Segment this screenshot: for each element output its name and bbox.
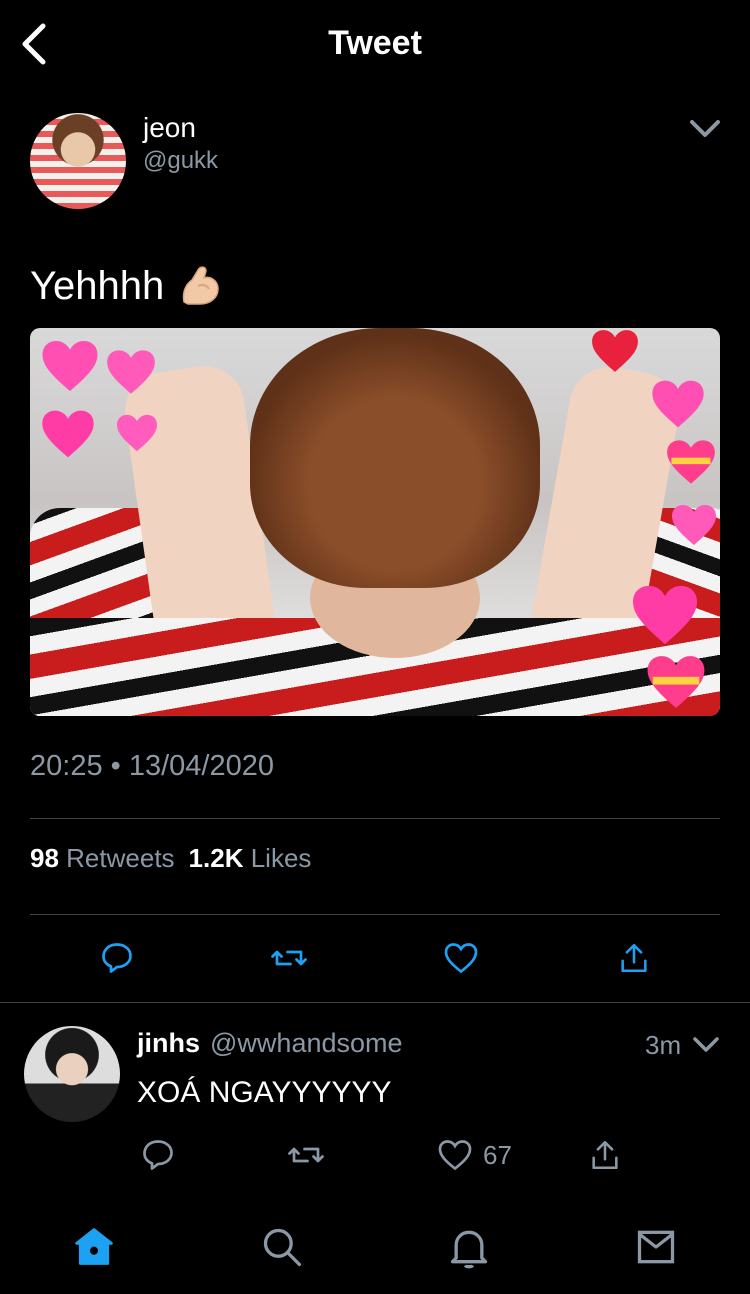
reply-time: 3m: [645, 1030, 682, 1060]
reply-retweet-button[interactable]: [284, 1133, 328, 1177]
heart-icon: [444, 943, 478, 974]
heart-decoration: [42, 410, 94, 458]
flexed-biceps-emoji: [183, 266, 220, 305]
heart-decoration: [592, 330, 638, 372]
reply-author-avatar[interactable]: [24, 1026, 120, 1122]
share-icon: [592, 1140, 618, 1170]
tweet-text-content: Yehhhh: [30, 263, 165, 308]
heart-decoration: [667, 440, 715, 484]
author-avatar[interactable]: [30, 113, 126, 209]
reply-text: XOÁ NGAYYYYYY: [137, 1076, 392, 1109]
retweets-count: 98: [30, 843, 59, 873]
like-button[interactable]: [439, 936, 483, 980]
tab-home[interactable]: [69, 1222, 119, 1272]
image-detail: [250, 328, 540, 588]
heart-icon: [438, 1140, 472, 1171]
likes-label: Likes: [250, 843, 312, 873]
heart-decoration: [633, 585, 697, 645]
retweets-stat[interactable]: 98 Retweets: [30, 843, 175, 874]
author-name[interactable]: jeon: [143, 112, 196, 144]
heart-decoration: [107, 350, 155, 394]
retweet-button[interactable]: [267, 936, 311, 980]
comment-icon: [143, 1140, 173, 1170]
share-button[interactable]: [612, 936, 656, 980]
tweet-text: Yehhhh: [30, 262, 224, 310]
search-icon: [263, 1228, 302, 1267]
reply-options-button[interactable]: [692, 1034, 720, 1056]
reply-like-button[interactable]: [433, 1133, 477, 1177]
divider: [30, 914, 720, 915]
tweet-stats: 98 Retweets 1.2K Likes: [30, 843, 311, 874]
notifications-icon: [450, 1230, 488, 1269]
share-icon: [621, 943, 647, 973]
reply-button[interactable]: [95, 936, 139, 980]
retweets-label: Retweets: [66, 843, 175, 873]
divider: [0, 1002, 750, 1003]
bottom-tab-bar: [0, 1210, 750, 1294]
heart-decoration: [672, 505, 716, 545]
tweet-options-button[interactable]: [688, 116, 722, 142]
heart-decoration: [647, 656, 705, 708]
page-title: Tweet: [328, 24, 422, 62]
reply-share-button[interactable]: [583, 1133, 627, 1177]
reply-author-handle[interactable]: @wwhandsome: [210, 1028, 403, 1059]
chevron-down-icon: [690, 120, 720, 137]
tab-notifications[interactable]: [444, 1222, 494, 1272]
home-icon: [75, 1228, 113, 1265]
reply-reply-button[interactable]: [136, 1133, 180, 1177]
tab-search[interactable]: [257, 1222, 307, 1272]
messages-icon: [637, 1230, 675, 1264]
reply-like-count: 67: [483, 1140, 512, 1170]
comment-icon: [102, 943, 132, 973]
tab-messages[interactable]: [631, 1222, 681, 1272]
heart-decoration: [42, 341, 98, 391]
reply-author-name[interactable]: jinhs: [137, 1028, 200, 1059]
tweet-timestamp: 20:25 • 13/04/2020: [30, 750, 274, 782]
chevron-down-icon: [693, 1037, 719, 1052]
retweet-icon: [288, 1147, 324, 1163]
heart-decoration: [652, 380, 704, 428]
likes-count: 1.2K: [188, 843, 244, 873]
divider: [30, 818, 720, 819]
retweet-icon: [271, 950, 307, 966]
reply-header: jinhs @wwhandsome: [137, 1028, 403, 1059]
author-handle[interactable]: @gukk: [143, 147, 218, 175]
likes-stat[interactable]: 1.2K Likes: [189, 843, 312, 874]
heart-decoration: [117, 414, 157, 452]
top-bar: Tweet: [0, 0, 750, 90]
tweet-image[interactable]: [30, 328, 720, 716]
